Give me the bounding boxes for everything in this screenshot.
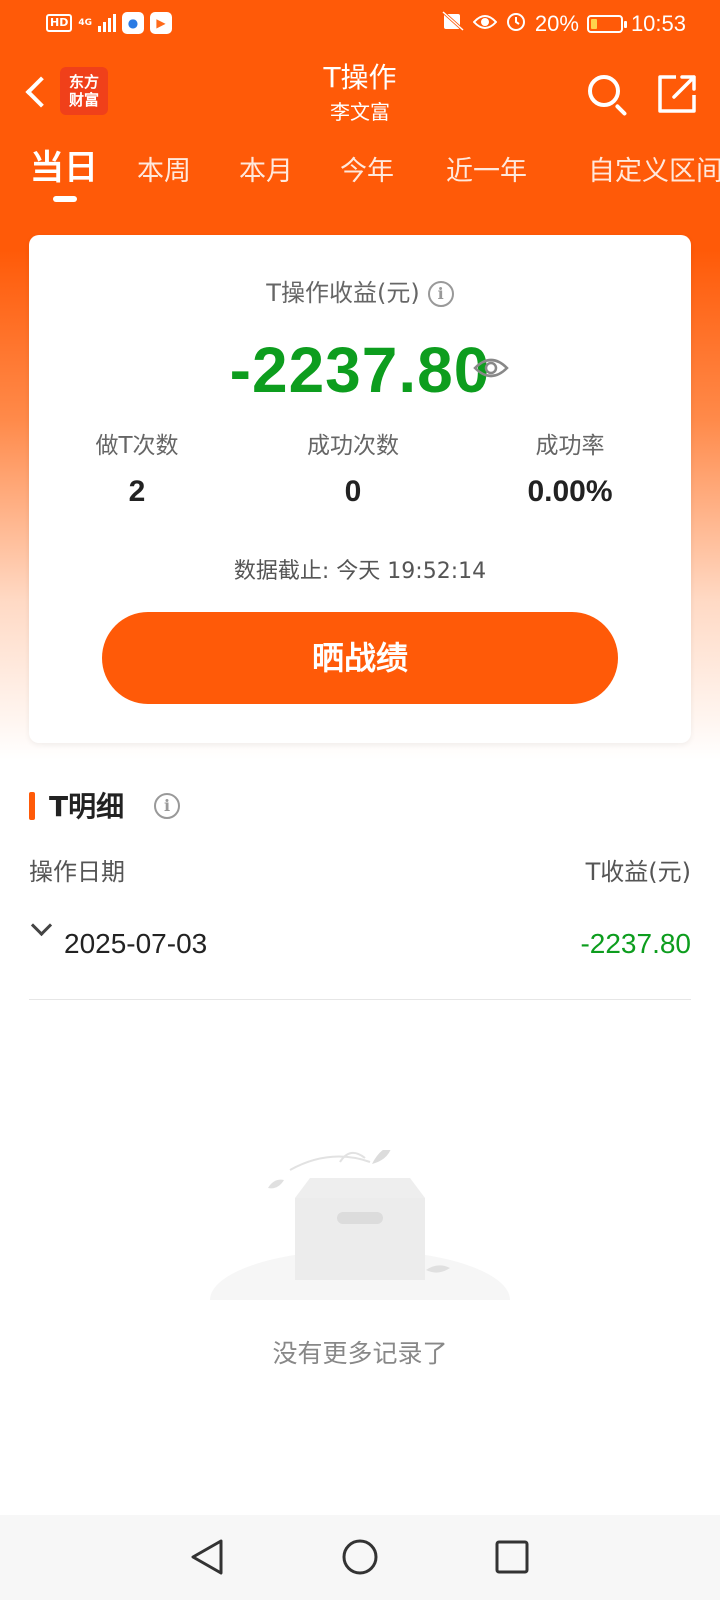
stats-row: 做T次数 2 成功次数 0 成功率 0.00% bbox=[29, 431, 691, 521]
stat-trade-count: 做T次数 2 bbox=[37, 431, 237, 509]
nav-back-icon[interactable] bbox=[183, 1535, 233, 1579]
signal-icon bbox=[98, 14, 116, 32]
stat-value: 2 bbox=[128, 475, 146, 508]
stat-label: 成功率 bbox=[535, 433, 605, 459]
app-header: 东方 财富 T操作 李文富 bbox=[0, 55, 720, 135]
hd-indicator: HD bbox=[46, 14, 73, 32]
back-button[interactable] bbox=[20, 71, 50, 111]
battery-icon bbox=[586, 14, 627, 33]
share-record-button[interactable]: 晒战绩 bbox=[102, 612, 618, 704]
stat-value: 0 bbox=[344, 475, 362, 508]
chevron-down-icon[interactable] bbox=[31, 918, 51, 938]
tab-today[interactable]: 当日 bbox=[30, 148, 98, 188]
info-icon[interactable]: i bbox=[154, 793, 180, 819]
stat-label: 做T次数 bbox=[95, 433, 179, 459]
section-title: T明细 bbox=[49, 790, 125, 823]
tab-this-month[interactable]: 本月 bbox=[239, 152, 293, 192]
column-header-date: 操作日期 bbox=[29, 858, 125, 886]
stat-value: 0.00% bbox=[527, 475, 613, 508]
tab-custom-range[interactable]: 自定义区间 bbox=[588, 152, 720, 192]
stat-success-rate: 成功率 0.00% bbox=[470, 431, 670, 509]
battery-percent: 20% bbox=[534, 10, 579, 36]
page-title: T操作 bbox=[323, 61, 397, 94]
row-profit: -2237.80 bbox=[580, 928, 691, 959]
empty-box-illustration bbox=[200, 1150, 520, 1330]
nav-home-icon[interactable] bbox=[335, 1535, 385, 1579]
row-date: 2025-07-03 bbox=[64, 928, 208, 959]
data-timestamp: 数据截止: 今天 19:52:14 bbox=[233, 559, 487, 584]
period-tabs: 当日 本周 本月 今年 近一年 自定义区间 bbox=[0, 148, 720, 208]
eye-comfort-icon bbox=[472, 12, 498, 36]
table-row[interactable]: 2025-07-03 -2237.80 bbox=[29, 900, 691, 1000]
info-icon[interactable]: i bbox=[427, 281, 454, 307]
table-header: 操作日期 T收益(元) bbox=[29, 852, 691, 886]
tab-last-year[interactable]: 近一年 bbox=[446, 152, 527, 192]
stat-success-count: 成功次数 0 bbox=[253, 431, 453, 509]
profit-label: T操作收益(元) bbox=[266, 279, 420, 307]
network-type: 4G bbox=[78, 18, 92, 28]
section-accent-bar bbox=[29, 792, 35, 820]
status-bar: HD 4G ● ▶ 20% 10:53 bbox=[0, 0, 720, 50]
summary-card: T操作收益(元) i -2237.80 做T次数 2 成功次数 0 成功率 0.0… bbox=[29, 235, 691, 743]
video-app-icon: ▶ bbox=[150, 12, 172, 34]
column-header-profit: T收益(元) bbox=[585, 858, 691, 886]
account-name: 李文富 bbox=[330, 100, 390, 124]
nav-recents-icon[interactable] bbox=[487, 1535, 537, 1579]
visibility-toggle-icon[interactable] bbox=[473, 355, 509, 381]
alarm-icon bbox=[505, 10, 527, 37]
share-button[interactable] bbox=[656, 73, 700, 117]
tab-this-year[interactable]: 今年 bbox=[340, 152, 394, 192]
share-icon bbox=[658, 75, 696, 113]
brand-logo: 东方 财富 bbox=[60, 67, 108, 115]
empty-state-text: 没有更多记录了 bbox=[272, 1339, 448, 1368]
search-button[interactable] bbox=[586, 73, 630, 117]
browser-app-icon: ● bbox=[122, 12, 144, 34]
total-profit-value: -2237.80 bbox=[229, 334, 491, 406]
system-nav-bar bbox=[0, 1515, 720, 1600]
stat-label: 成功次数 bbox=[307, 433, 399, 459]
tab-this-week[interactable]: 本周 bbox=[137, 152, 191, 192]
active-tab-indicator bbox=[53, 196, 77, 202]
clock: 10:53 bbox=[630, 10, 686, 36]
no-sim-icon bbox=[441, 10, 465, 37]
